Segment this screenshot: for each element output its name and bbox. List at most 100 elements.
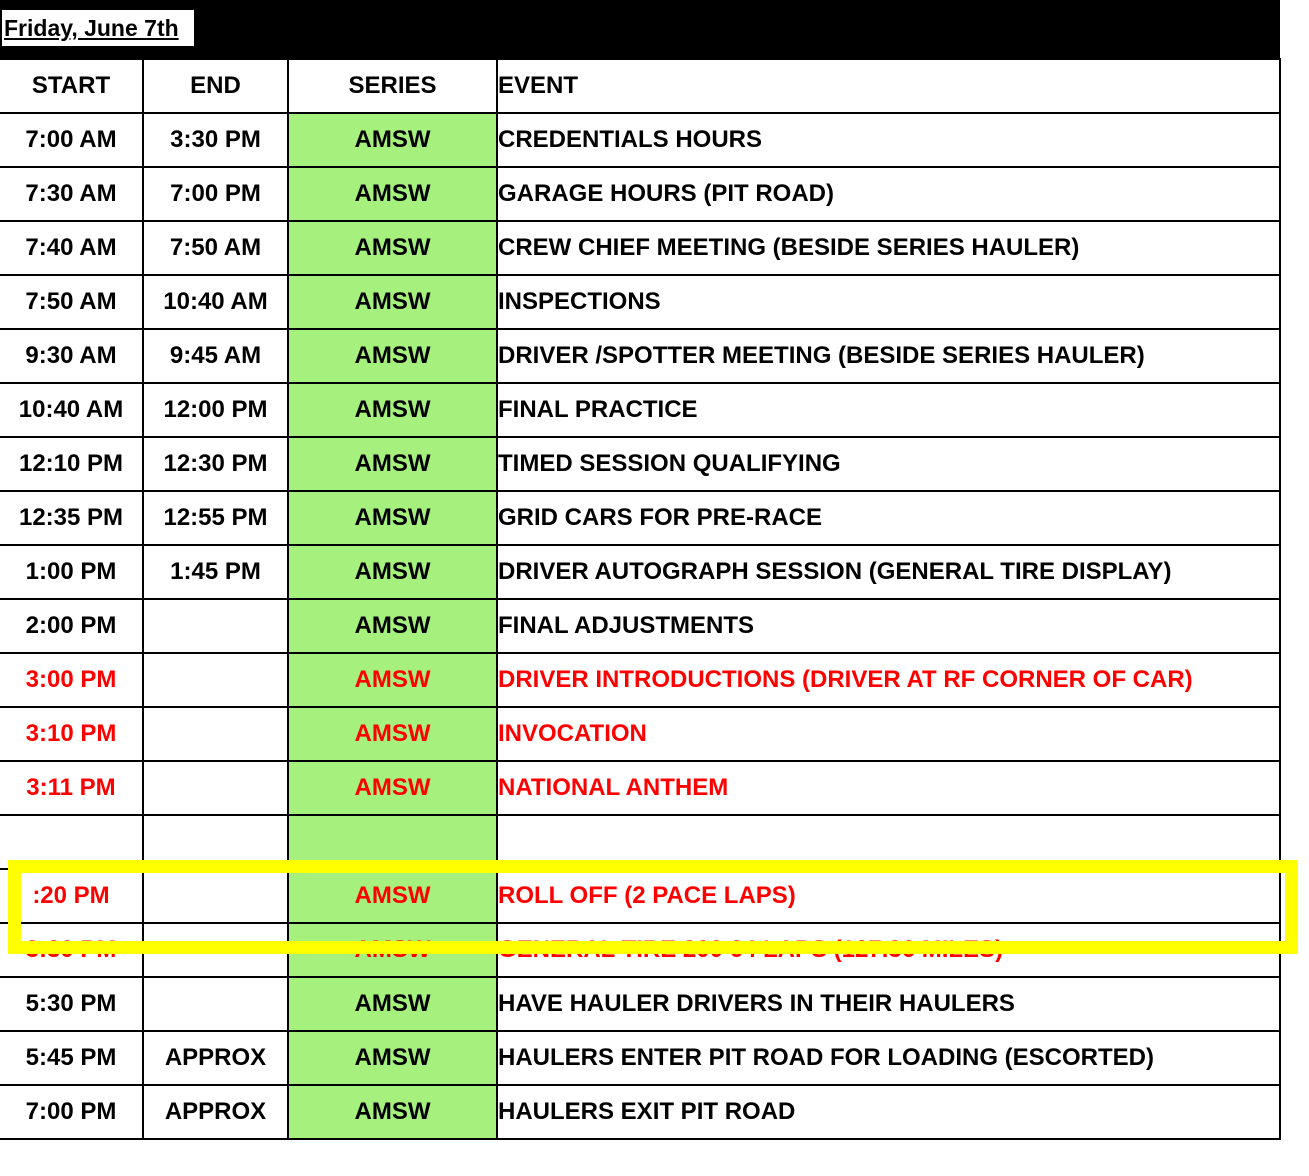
table-row: 1:00 PM 1:45 PM AMSW DRIVER AUTOGRAPH SE… [0, 544, 1281, 600]
cell-start: 7:50 AM [0, 274, 144, 330]
cell-start: 1:00 PM [0, 544, 144, 600]
column-header-series: SERIES [287, 58, 498, 114]
cell-end: 10:40 AM [142, 274, 289, 330]
header-row: START END SERIES EVENT [0, 58, 1281, 114]
cell-series: AMSW [287, 166, 498, 222]
cell-start: 12:10 PM [0, 436, 144, 492]
cell-series: AMSW [287, 490, 498, 546]
cell-series: AMSW [287, 382, 498, 438]
cell-end [142, 760, 289, 816]
schedule-sheet: Friday, June 7th START END SERIES EVENT … [0, 0, 1281, 1176]
cell-end: 7:50 AM [142, 220, 289, 276]
cell-series: AMSW [287, 1030, 498, 1086]
cell-event: HAULERS EXIT PIT ROAD [496, 1084, 1281, 1140]
column-header-event: EVENT [496, 58, 1281, 114]
cell-start: 3:00 PM [0, 652, 144, 708]
cell-start: 7:30 AM [0, 166, 144, 222]
table-row-highlighted: :20 PM AMSW ROLL OFF (2 PACE LAPS) [0, 868, 1281, 924]
cell-series: AMSW [287, 598, 498, 654]
column-header-end: END [142, 58, 289, 114]
table-row: 9:30 AM 9:45 AM AMSW DRIVER /SPOTTER MEE… [0, 328, 1281, 384]
cell-series: AMSW [287, 436, 498, 492]
cell-end: 12:00 PM [142, 382, 289, 438]
cell-event [496, 814, 1281, 870]
cell-start: 5:30 PM [0, 976, 144, 1032]
cell-series: AMSW [287, 868, 498, 924]
cell-start: 3:10 PM [0, 706, 144, 762]
cell-series: AMSW [287, 274, 498, 330]
cell-end: 9:45 AM [142, 328, 289, 384]
cell-start: 7:00 PM [0, 1084, 144, 1140]
cell-event: TIMED SESSION QUALIFYING [496, 436, 1281, 492]
cell-end [142, 706, 289, 762]
cell-start: 5:45 PM [0, 1030, 144, 1086]
cell-series: AMSW [287, 922, 498, 978]
cell-series: AMSW [287, 544, 498, 600]
cell-series: AMSW [287, 652, 498, 708]
cell-series [287, 814, 498, 870]
cell-end: 7:00 PM [142, 166, 289, 222]
table-row-obscured [0, 814, 1281, 870]
table-row: 3:11 PM AMSW NATIONAL ANTHEM [0, 760, 1281, 816]
cell-event: FINAL ADJUSTMENTS [496, 598, 1281, 654]
cell-end: 3:30 PM [142, 112, 289, 168]
cell-series: AMSW [287, 706, 498, 762]
cell-end [142, 922, 289, 978]
cell-event: DRIVER INTRODUCTIONS (DRIVER AT RF CORNE… [496, 652, 1281, 708]
cell-end: 12:30 PM [142, 436, 289, 492]
table-row: 7:30 AM 7:00 PM AMSW GARAGE HOURS (PIT R… [0, 166, 1281, 222]
cell-event: DRIVER /SPOTTER MEETING (BESIDE SERIES H… [496, 328, 1281, 384]
cell-end: 1:45 PM [142, 544, 289, 600]
cell-event: FINAL PRACTICE [496, 382, 1281, 438]
cell-start: 3:11 PM [0, 760, 144, 816]
cell-end: APPROX [142, 1030, 289, 1086]
schedule-table: START END SERIES EVENT 7:00 AM 3:30 PM A… [0, 58, 1281, 1140]
cell-end: APPROX [142, 1084, 289, 1140]
cell-series: AMSW [287, 976, 498, 1032]
cell-end: 12:55 PM [142, 490, 289, 546]
cell-event: HAULERS ENTER PIT ROAD FOR LOADING (ESCO… [496, 1030, 1281, 1086]
cell-end [142, 652, 289, 708]
table-row: 3:30 PM AMSW GENERAL TIRE 200 64 LAPS (1… [0, 922, 1281, 978]
cell-end [142, 814, 289, 870]
cell-start: 12:35 PM [0, 490, 144, 546]
cell-start: 10:40 AM [0, 382, 144, 438]
table-row: 3:10 PM AMSW INVOCATION [0, 706, 1281, 762]
cell-event: CREDENTIALS HOURS [496, 112, 1281, 168]
cell-event: CREW CHIEF MEETING (BESIDE SERIES HAULER… [496, 220, 1281, 276]
cell-start: 2:00 PM [0, 598, 144, 654]
cell-series: AMSW [287, 328, 498, 384]
cell-event: NATIONAL ANTHEM [496, 760, 1281, 816]
cell-start: 7:40 AM [0, 220, 144, 276]
schedule-date-title: Friday, June 7th [2, 10, 194, 46]
cell-event: DRIVER AUTOGRAPH SESSION (GENERAL TIRE D… [496, 544, 1281, 600]
cell-start [0, 814, 144, 870]
table-row: 5:30 PM AMSW HAVE HAULER DRIVERS IN THEI… [0, 976, 1281, 1032]
table-row: 7:00 PM APPROX AMSW HAULERS EXIT PIT ROA… [0, 1084, 1281, 1140]
cell-event: INSPECTIONS [496, 274, 1281, 330]
column-header-start: START [0, 58, 144, 114]
cell-event: INVOCATION [496, 706, 1281, 762]
table-row: 12:35 PM 12:55 PM AMSW GRID CARS FOR PRE… [0, 490, 1281, 546]
cell-end [142, 976, 289, 1032]
cell-start: 7:00 AM [0, 112, 144, 168]
cell-end [142, 598, 289, 654]
cell-series: AMSW [287, 1084, 498, 1140]
title-bar: Friday, June 7th [0, 0, 1280, 58]
cell-series: AMSW [287, 760, 498, 816]
cell-event: GRID CARS FOR PRE-RACE [496, 490, 1281, 546]
cell-start: :20 PM [0, 868, 144, 924]
table-row: 12:10 PM 12:30 PM AMSW TIMED SESSION QUA… [0, 436, 1281, 492]
table-row: 5:45 PM APPROX AMSW HAULERS ENTER PIT RO… [0, 1030, 1281, 1086]
cell-start: 3:30 PM [0, 922, 144, 978]
table-row: 7:00 AM 3:30 PM AMSW CREDENTIALS HOURS [0, 112, 1281, 168]
table-row: 2:00 PM AMSW FINAL ADJUSTMENTS [0, 598, 1281, 654]
cell-event: GARAGE HOURS (PIT ROAD) [496, 166, 1281, 222]
cell-event: ROLL OFF (2 PACE LAPS) [496, 868, 1281, 924]
cell-event: GENERAL TIRE 200 64 LAPS (127.36 MILES) [496, 922, 1281, 978]
cell-end [142, 868, 289, 924]
table-row: 7:40 AM 7:50 AM AMSW CREW CHIEF MEETING … [0, 220, 1281, 276]
cell-event: HAVE HAULER DRIVERS IN THEIR HAULERS [496, 976, 1281, 1032]
table-row: 3:00 PM AMSW DRIVER INTRODUCTIONS (DRIVE… [0, 652, 1281, 708]
cell-series: AMSW [287, 220, 498, 276]
